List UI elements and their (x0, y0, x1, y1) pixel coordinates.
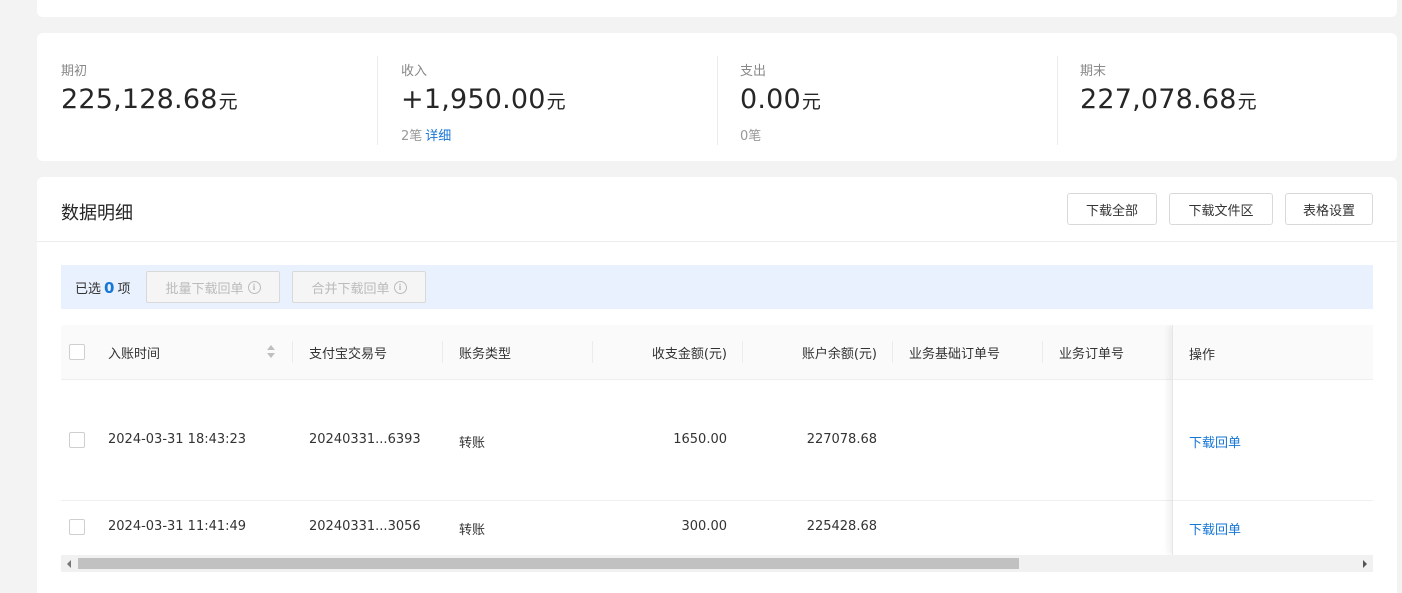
sort-icon[interactable] (267, 345, 275, 359)
opening-amount: 225,128.68元 (61, 84, 238, 115)
expense-label: 支出 (740, 64, 767, 79)
column-separator (893, 325, 1043, 380)
scrollbar-thumb[interactable] (78, 558, 1019, 569)
cell-trade-no: 20240331...6393 (309, 432, 421, 447)
income-detail-link[interactable]: 详细 (425, 129, 451, 144)
row-checkbox[interactable] (69, 519, 85, 535)
cell-trade-no: 20240331...3056 (309, 519, 421, 534)
column-separator (743, 325, 893, 380)
cell-time: 2024-03-31 11:41:49 (108, 519, 247, 534)
opening-label: 期初 (61, 64, 88, 79)
cell-balance: 227078.68 (806, 432, 877, 447)
column-separator (593, 325, 743, 380)
divider (1057, 56, 1058, 145)
summary-panel: 期初 225,128.68元 收入 +1,950.00元 2笔 详细 支出 0.0… (37, 33, 1397, 161)
detail-title: 数据明细 (61, 203, 133, 224)
batch-download-button[interactable]: 批量下载回单 i (146, 271, 280, 303)
top-card (37, 0, 1397, 17)
arrow-right-icon[interactable] (1363, 560, 1367, 568)
action-header-label: 操作 (1189, 348, 1216, 363)
expense-count: 0笔 (740, 129, 762, 144)
data-detail-panel: 数据明细 下载全部 下载文件区 表格设置 已选 0 项 批量下载回单 i 合并下载回单… (37, 177, 1397, 593)
cell-amount: 1650.00 (673, 432, 727, 447)
select-all-checkbox[interactable] (69, 344, 85, 360)
data-table: 入账时间 支付宝交易号 账务类型 收支金额(元) 账户余额(元) 业务基础订单号… (61, 325, 1373, 555)
arrow-left-icon[interactable] (67, 560, 71, 568)
info-circle-icon: i (393, 280, 407, 294)
income-count: 2笔 详细 (401, 129, 452, 144)
closing-amount: 227,078.68元 (1080, 84, 1257, 115)
download-receipt-link[interactable]: 下载回单 (1189, 432, 1241, 451)
cell-type: 转账 (459, 523, 486, 538)
income-amount: +1,950.00元 (401, 84, 566, 115)
cell-time: 2024-03-31 18:43:23 (108, 432, 247, 447)
action-column: 操作 下载回单 下载回单 (1172, 325, 1373, 555)
selection-bar: 已选 0 项 批量下载回单 i 合并下载回单 i (61, 265, 1373, 309)
download-receipt-link[interactable]: 下载回单 (1189, 519, 1241, 538)
expense-amount: 0.00元 (740, 84, 822, 115)
column-header-time[interactable]: 入账时间 (108, 325, 293, 380)
row-checkbox[interactable] (69, 432, 85, 448)
info-circle-icon: i (247, 280, 261, 294)
column-header-action: 操作 (1173, 325, 1373, 380)
selection-count: 已选 0 项 (75, 279, 131, 297)
download-all-button[interactable]: 下载全部 (1067, 193, 1157, 225)
column-separator (443, 325, 593, 380)
column-separator (293, 325, 443, 380)
row-divider (1173, 500, 1373, 501)
cell-balance: 225428.68 (806, 519, 877, 534)
column-header-order: 业务订单号 (1059, 347, 1125, 362)
merge-download-button[interactable]: 合并下载回单 i (292, 271, 426, 303)
income-label: 收入 (401, 64, 428, 79)
closing-label: 期末 (1080, 64, 1107, 79)
divider (37, 241, 1397, 242)
horizontal-scrollbar[interactable] (61, 555, 1373, 572)
cell-amount: 300.00 (681, 519, 728, 534)
divider (717, 56, 718, 145)
table-settings-button[interactable]: 表格设置 (1285, 193, 1373, 225)
cell-type: 转账 (459, 436, 486, 451)
divider (377, 56, 378, 145)
download-area-button[interactable]: 下载文件区 (1169, 193, 1273, 225)
